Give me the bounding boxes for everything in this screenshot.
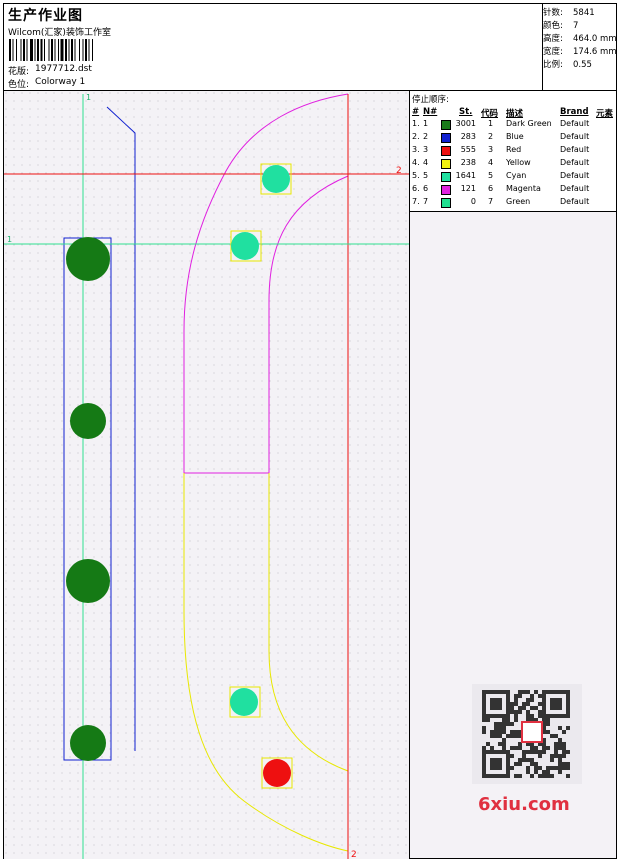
guide-v2-label: 2 xyxy=(351,850,357,859)
design-stats: 针数: 5841 颜色: 7 高度: 464.0 mm 宽度: 174.6 mm 比例:… xyxy=(542,4,617,90)
row-stitches: 0 xyxy=(470,197,476,206)
row-stitches: 3001 xyxy=(455,119,476,128)
row-desc: Yellow xyxy=(506,158,531,167)
col-header-desc: 描述 xyxy=(506,109,524,119)
row-code: 1 xyxy=(488,119,494,128)
row-needle: 2 xyxy=(423,132,429,141)
row-needle: 7 xyxy=(423,197,429,206)
row-needle: 5 xyxy=(423,171,429,180)
row-num: 3. xyxy=(412,145,420,154)
row-num: 5. xyxy=(412,171,420,180)
qr-code-watermark xyxy=(472,684,582,784)
row-brand: Default xyxy=(560,119,590,128)
row-code: 7 xyxy=(488,197,494,206)
studio-subtitle: Wilcom(汇家)装饰工作室 xyxy=(8,28,111,38)
design-canvas: 1 1 2 2 xyxy=(4,91,409,860)
colorway-label: 色位: xyxy=(8,80,30,90)
stat-scale: 比例: 0.55 xyxy=(543,60,592,70)
row-desc: Cyan xyxy=(506,171,527,180)
row-stitches: 238 xyxy=(460,158,476,167)
stat-width: 宽度: 174.6 mm xyxy=(543,47,617,57)
row-desc: Magenta xyxy=(506,184,541,193)
col-header-brand: Brand xyxy=(560,107,589,117)
row-brand: Default xyxy=(560,184,590,193)
barcode-image xyxy=(9,39,93,61)
design-preview[interactable]: 1 1 2 2 xyxy=(4,91,410,860)
thread-color-swatch xyxy=(441,198,451,208)
stop-sequence-title: 停止顺序: xyxy=(412,95,449,105)
stat-height: 高度: 464.0 mm xyxy=(543,34,617,44)
page-title: 生产作业图 xyxy=(8,8,83,24)
row-brand: Default xyxy=(560,197,590,206)
col-header-num: # xyxy=(412,107,420,117)
row-stitches: 121 xyxy=(460,184,476,193)
guide-h2-label: 2 xyxy=(396,166,402,176)
row-needle: 3 xyxy=(423,145,429,154)
row-code: 3 xyxy=(488,145,494,154)
row-brand: Default xyxy=(560,145,590,154)
row-code: 6 xyxy=(488,184,494,193)
row-desc: Blue xyxy=(506,132,524,141)
guide-h1-label: 1 xyxy=(7,235,12,244)
thread-color-swatch xyxy=(441,159,451,169)
thread-color-swatch xyxy=(441,146,451,156)
worksheet-header: 生产作业图 Wilcom(汇家)装饰工作室 花版: 1977712.dst 色位… xyxy=(4,4,617,91)
stop-sequence-table: 停止顺序: # N# St. 代码 描述 Brand 元素 1. 1 3001 1 Da… xyxy=(410,91,616,212)
row-stitches: 1641 xyxy=(455,171,476,180)
row-desc: Green xyxy=(506,197,531,206)
row-brand: Default xyxy=(560,158,590,167)
row-num: 4. xyxy=(412,158,420,167)
row-stitches: 555 xyxy=(460,145,476,154)
stat-colors: 颜色: 7 xyxy=(543,21,579,31)
row-code: 2 xyxy=(488,132,494,141)
row-num: 7. xyxy=(412,197,420,206)
row-needle: 1 xyxy=(423,119,429,128)
guide-v1-label: 1 xyxy=(86,93,91,102)
row-brand: Default xyxy=(560,171,590,180)
row-desc: Red xyxy=(506,145,522,154)
design-label: 花版: xyxy=(8,67,30,77)
row-num: 6. xyxy=(412,184,420,193)
row-code: 5 xyxy=(488,171,494,180)
row-brand: Default xyxy=(560,132,590,141)
colorway-value: Colorway 1 xyxy=(35,77,86,87)
watermark-text: 6xiu.com xyxy=(478,794,570,815)
design-filename: 1977712.dst xyxy=(35,64,92,74)
production-worksheet: 生产作业图 Wilcom(汇家)装饰工作室 花版: 1977712.dst 色位… xyxy=(3,3,617,860)
row-needle: 4 xyxy=(423,158,429,167)
thread-color-swatch xyxy=(441,120,451,130)
row-num: 1. xyxy=(412,119,420,128)
col-header-element: 元素 xyxy=(596,109,614,119)
thread-color-swatch xyxy=(441,172,451,182)
thread-color-swatch xyxy=(441,133,451,143)
row-needle: 6 xyxy=(423,184,429,193)
row-num: 2. xyxy=(412,132,420,141)
thread-color-swatch xyxy=(441,185,451,195)
row-stitches: 283 xyxy=(460,132,476,141)
col-header-code: 代码 xyxy=(481,109,499,119)
col-header-stitches: St. xyxy=(459,107,473,117)
stat-stitches: 针数: 5841 xyxy=(543,8,595,18)
col-header-needle: N# xyxy=(423,107,438,117)
row-code: 4 xyxy=(488,158,494,167)
row-desc: Dark Green xyxy=(506,119,552,128)
